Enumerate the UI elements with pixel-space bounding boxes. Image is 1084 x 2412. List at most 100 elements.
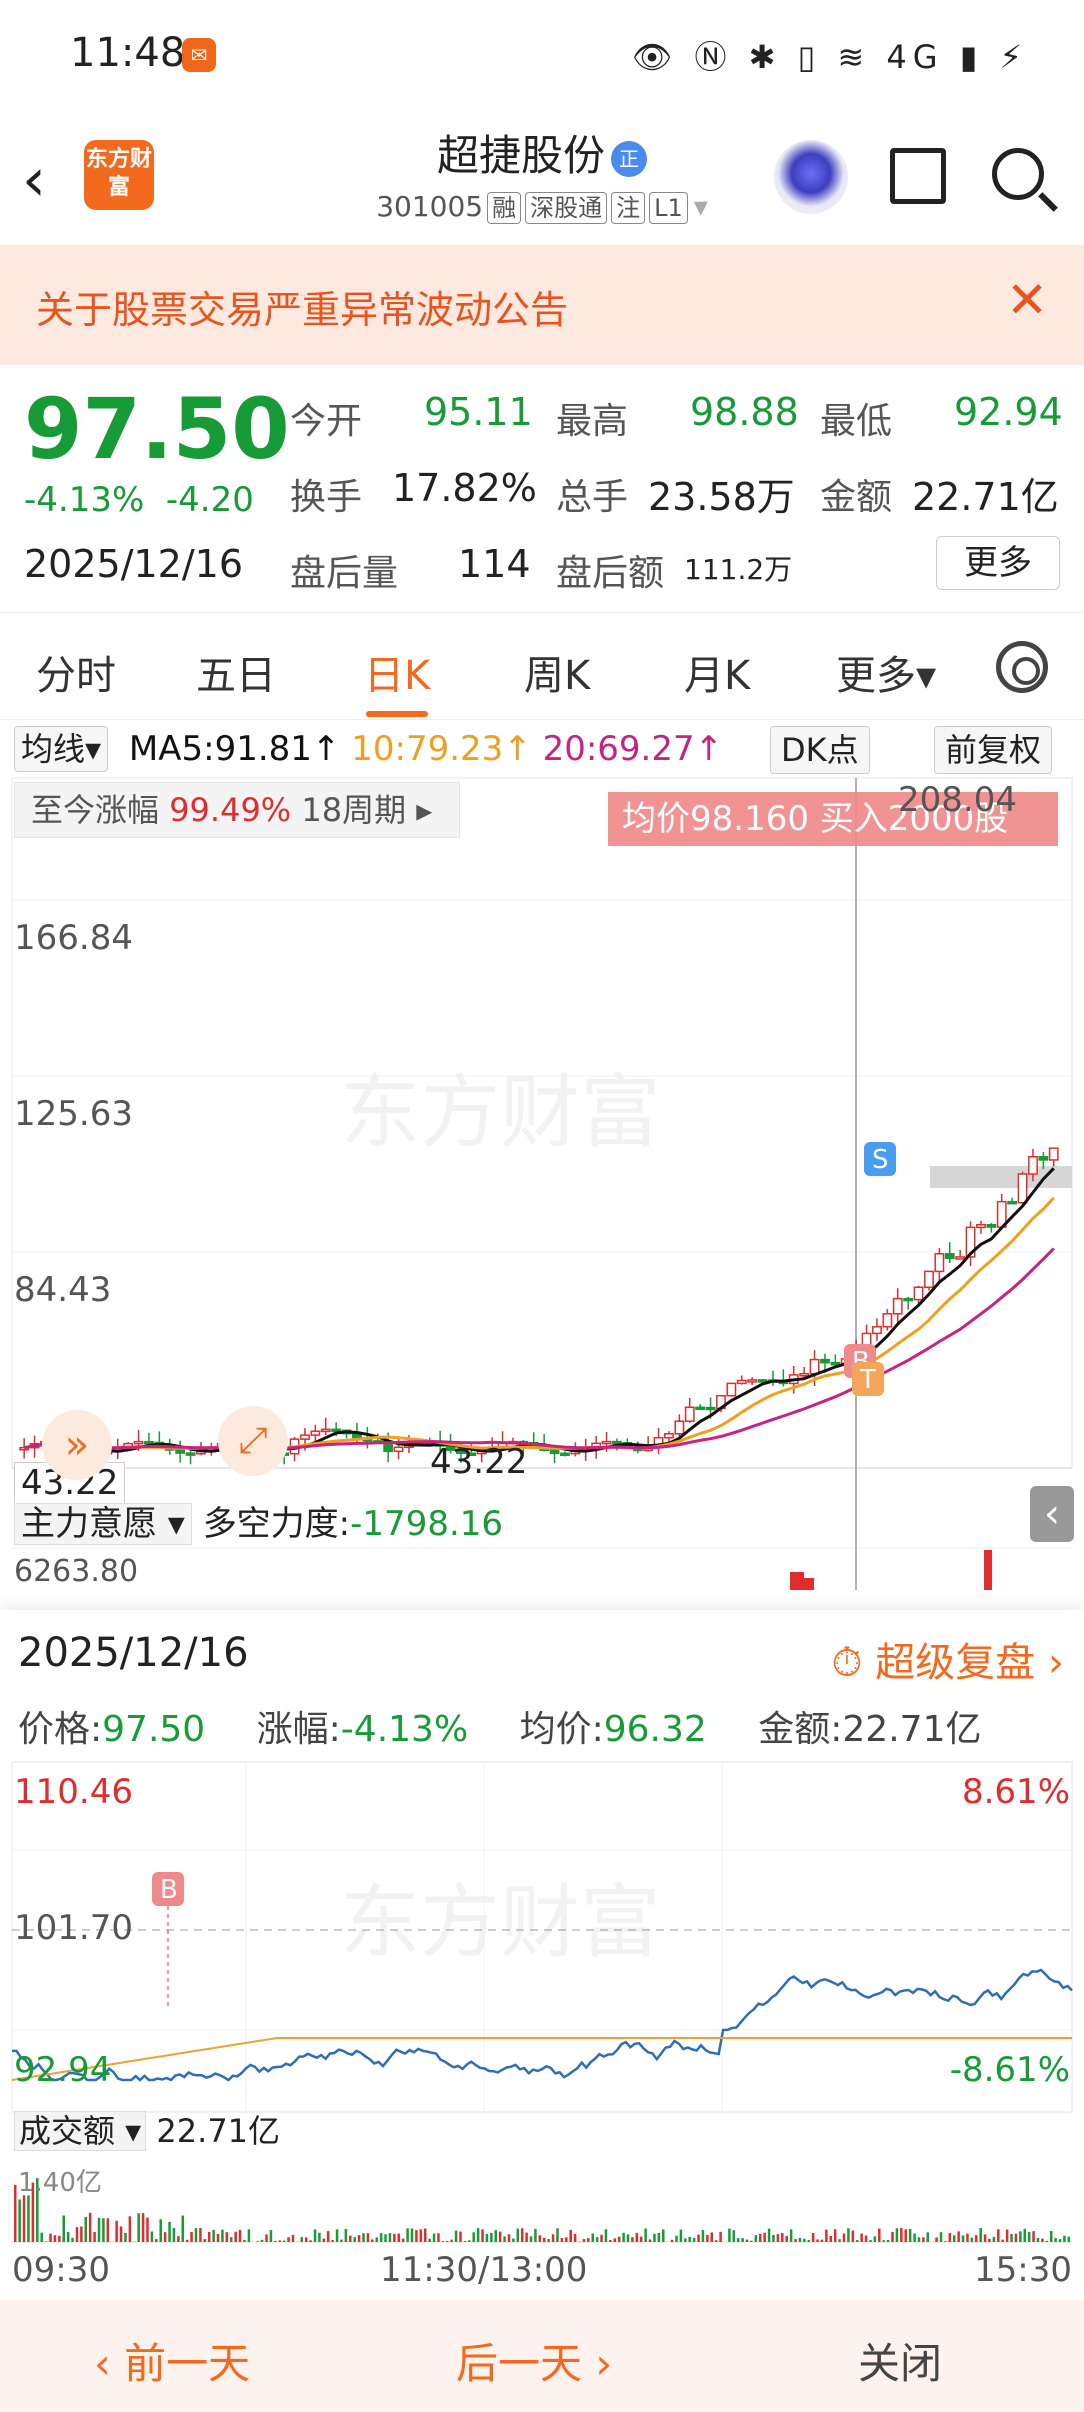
prev-day-button[interactable]: ‹ 前一天 — [94, 2330, 250, 2391]
volume-bar — [85, 2217, 88, 2242]
volume-bar — [971, 2238, 974, 2242]
close-icon[interactable]: ✕ — [1006, 271, 1048, 329]
candle-body — [821, 1360, 829, 1363]
current-price: 97.50 — [24, 380, 290, 478]
volume-bar — [93, 2232, 96, 2242]
volume-bar — [455, 2231, 458, 2242]
ma-select[interactable]: 均线▾ — [14, 726, 108, 772]
volume-bar — [865, 2236, 868, 2242]
turnover-value: 17.82% — [392, 466, 537, 510]
volume-bar — [389, 2233, 392, 2242]
candle-body — [322, 1429, 330, 1431]
notice-banner[interactable]: 关于股票交易严重异常波动公告 ✕ — [0, 245, 1084, 365]
close-button[interactable]: 关闭 — [858, 2330, 942, 2391]
volume-bar — [40, 2233, 43, 2242]
range-value: 99.49% — [169, 791, 291, 829]
dk-button[interactable]: DK点 — [770, 726, 870, 774]
volume-bar — [772, 2235, 775, 2242]
volume-bar — [190, 2232, 193, 2242]
volume-bar — [353, 2237, 356, 2242]
range-change-box[interactable]: 至今涨幅 99.49% 18周期 ▸ — [14, 782, 460, 838]
notice-text[interactable]: 关于股票交易严重异常波动公告 — [36, 279, 568, 334]
volume-bar — [671, 2240, 674, 2242]
volume-bar — [525, 2233, 528, 2242]
volume-bar — [287, 2237, 290, 2242]
tab-rik[interactable]: 日K — [364, 643, 430, 701]
volume-bar — [384, 2234, 387, 2242]
gear-icon[interactable] — [996, 641, 1048, 693]
fast-forward-icon[interactable]: » — [42, 1410, 112, 1480]
volume-bar — [1028, 2232, 1031, 2242]
volume-bar — [323, 2239, 326, 2242]
volume-bar — [605, 2229, 608, 2242]
next-day-button[interactable]: 后一天 › — [456, 2330, 612, 2391]
volume-bar — [569, 2230, 572, 2242]
range-label: 至今涨幅 — [31, 791, 159, 829]
assistant-robot-icon[interactable] — [774, 140, 848, 214]
volume-row: 成交额 ▾ 22.71亿 — [14, 2106, 280, 2152]
volume-bar — [159, 2219, 162, 2242]
volume-bar — [314, 2229, 317, 2242]
tab-zhouk[interactable]: 周K — [524, 643, 590, 701]
volume-bar — [878, 2229, 881, 2242]
expand-icon[interactable]: ⤢ — [218, 1406, 288, 1476]
indicator-select[interactable]: 主力意愿 ▾ — [14, 1503, 192, 1545]
candle-body — [987, 1225, 995, 1227]
volume-bar — [622, 2233, 625, 2242]
intraday-svg: 东方财富 B — [0, 1610, 1084, 2300]
volume-bar — [790, 2229, 793, 2242]
share-icon[interactable] — [890, 148, 946, 204]
volume-bar — [208, 2232, 211, 2242]
volume-bar — [349, 2236, 352, 2242]
volume-bar — [644, 2228, 647, 2242]
tab-yuek[interactable]: 月K — [684, 643, 750, 701]
volume-bar — [129, 2216, 132, 2242]
volume-bar — [904, 2229, 907, 2242]
volume-bar — [847, 2228, 850, 2242]
candle-body — [873, 1327, 881, 1334]
volume-bar — [940, 2232, 943, 2242]
signal-s: S — [872, 1145, 889, 1175]
volume-bar — [927, 2232, 930, 2242]
kline-chart[interactable]: 东方财富 SBT 均线▾ MA5:91.81↑ 10:79.23↑ 20:69.… — [0, 720, 1084, 1590]
candle-body — [613, 1442, 621, 1444]
volume-bar — [521, 2228, 524, 2242]
fuquan-button[interactable]: 前复权 — [934, 726, 1052, 774]
chevron-down-icon[interactable]: ▾ — [694, 190, 708, 223]
after-amt-label: 盘后额 — [556, 544, 664, 596]
search-icon[interactable] — [992, 148, 1044, 200]
candle-body — [738, 1381, 746, 1384]
volume-bar — [490, 2233, 493, 2242]
volume-bar — [966, 2234, 969, 2242]
candle-body — [550, 1450, 558, 1453]
volume-bar — [76, 2227, 79, 2242]
volume-bar — [1010, 2234, 1013, 2242]
volume-bar — [331, 2240, 334, 2242]
tab-more[interactable]: 更多▾ — [836, 643, 936, 701]
volume-bar — [975, 2235, 978, 2242]
volume-bar — [852, 2231, 855, 2242]
volume-bar — [984, 2234, 987, 2242]
volume-bar — [706, 2235, 709, 2242]
price-change: -4.13% -4.20 — [24, 480, 254, 520]
tab-wuri[interactable]: 五日 — [196, 643, 276, 701]
active-tab-indicator — [366, 711, 428, 717]
tab-fenshi[interactable]: 分时 — [36, 643, 116, 701]
signal-t: T — [859, 1365, 876, 1395]
volume-bar — [464, 2241, 467, 2242]
more-button[interactable]: 更多 — [936, 536, 1060, 590]
candle-body — [134, 1442, 142, 1444]
collapse-handle-icon[interactable]: ‹ — [1030, 1486, 1074, 1542]
volume-bar — [755, 2235, 758, 2242]
candle-body — [1008, 1202, 1016, 1204]
volume-bar — [221, 2230, 224, 2242]
volume-bar — [420, 2229, 423, 2242]
volume-bar — [274, 2241, 277, 2242]
candle-body — [332, 1429, 340, 1431]
volume-bar — [962, 2235, 965, 2242]
volume-select[interactable]: 成交额 ▾ — [14, 2111, 146, 2151]
volume-bar — [1059, 2239, 1062, 2242]
footer-bar: ‹ 前一天 后一天 › 关闭 — [0, 2300, 1084, 2412]
volume-bar — [781, 2233, 784, 2242]
volume-bar — [997, 2229, 1000, 2242]
